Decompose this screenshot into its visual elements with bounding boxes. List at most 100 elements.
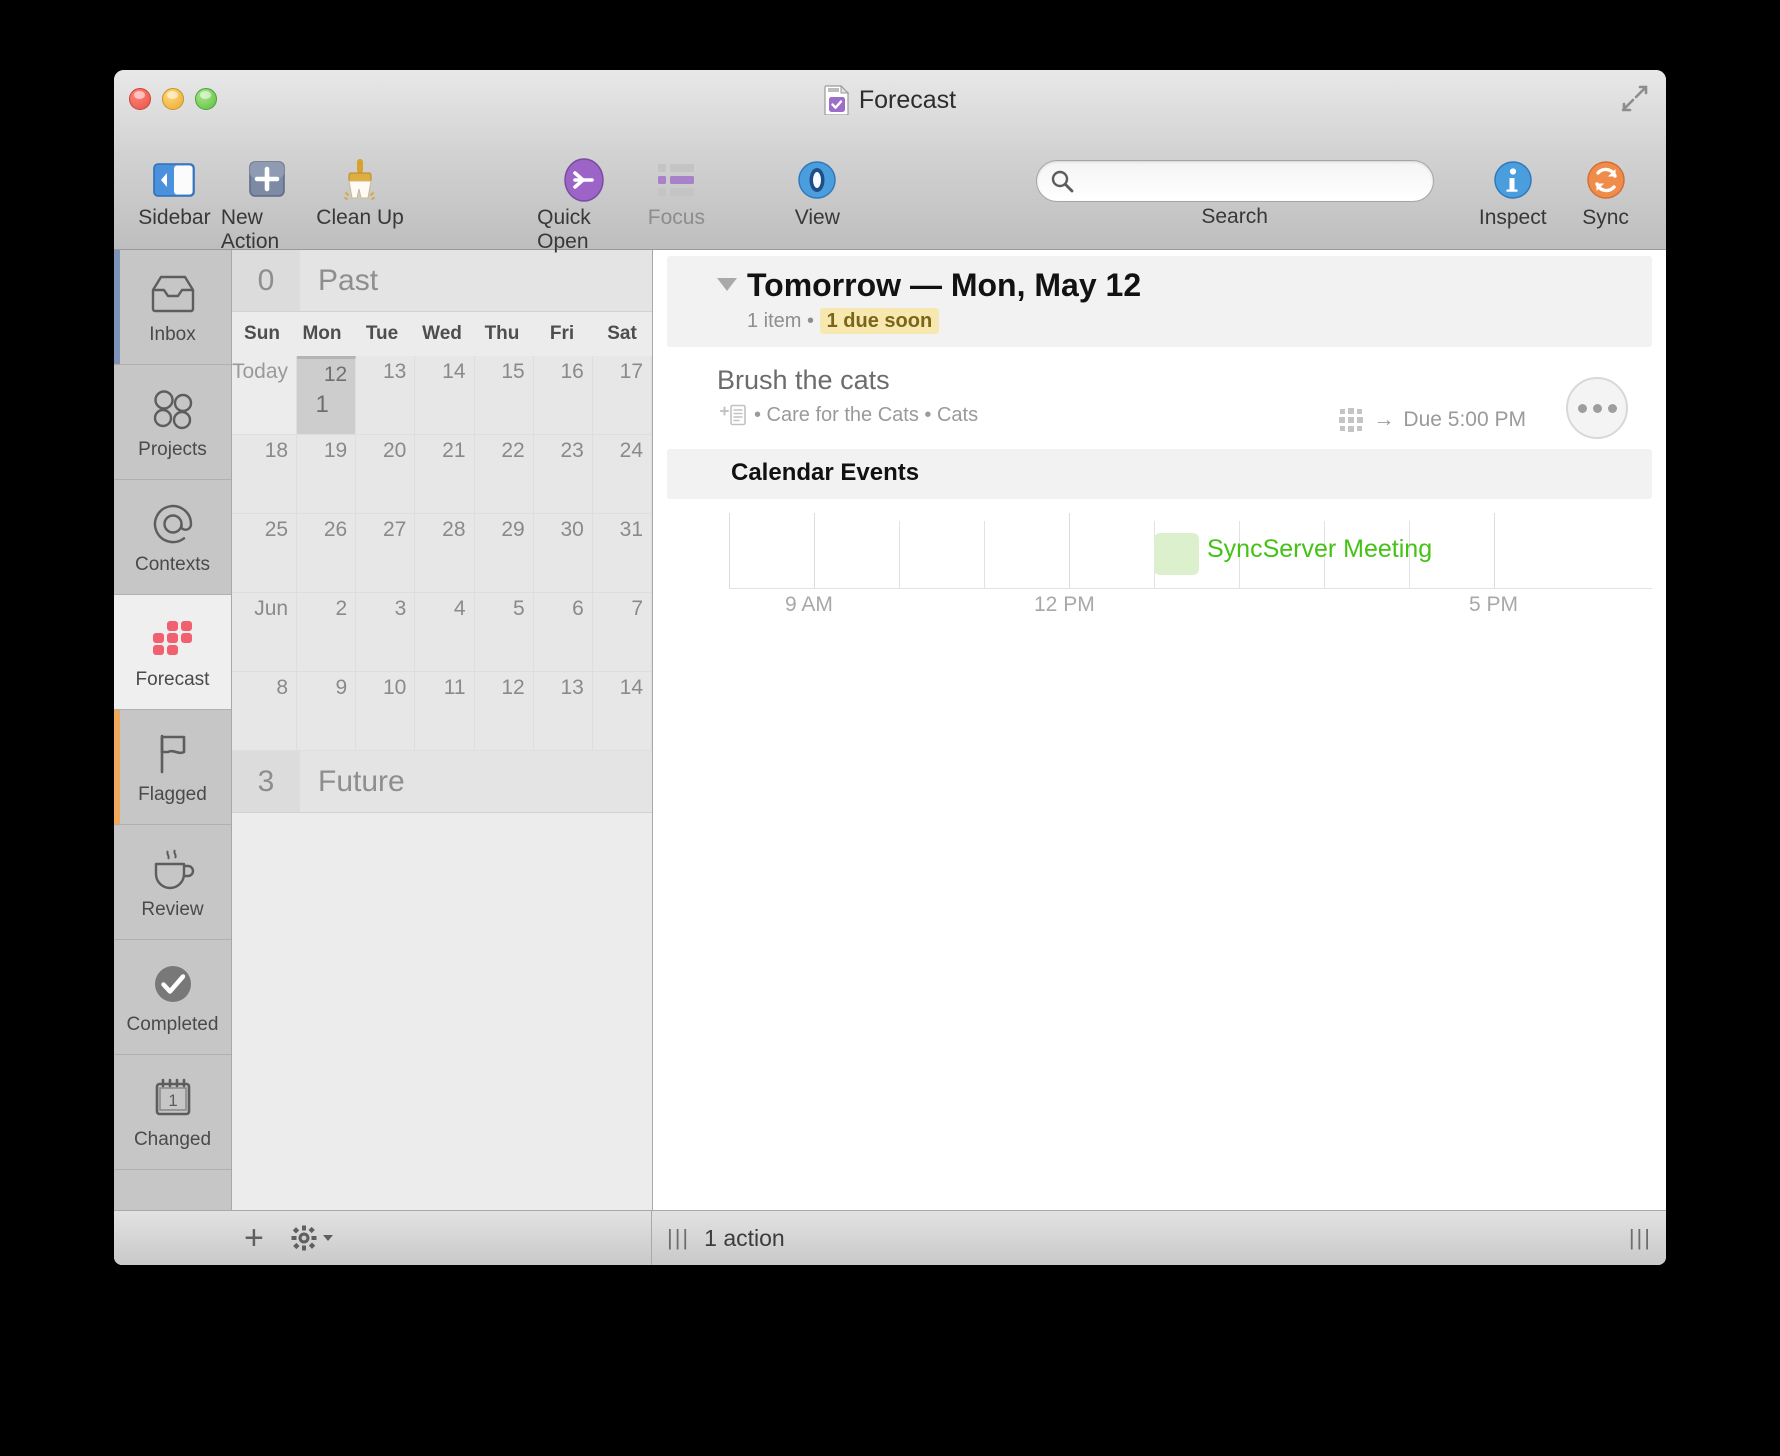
calendar-day-cell[interactable]: 14	[592, 672, 652, 751]
toolbar-sidebar-button[interactable]: Sidebar	[128, 154, 221, 230]
sidebar-item-label-forecast: Forecast	[135, 668, 210, 690]
calendar-day-cell[interactable]: 2	[297, 593, 357, 672]
calendar-day-cell[interactable]: 10	[356, 672, 416, 751]
coffee-icon	[149, 844, 197, 894]
calendar-day-badge: 1	[315, 391, 329, 418]
calendar-day-cell[interactable]: 16	[533, 356, 593, 435]
sidebar-item-contexts[interactable]: Contexts	[114, 480, 231, 595]
at-icon	[150, 499, 196, 549]
weekday-header-fri: Fri	[549, 323, 575, 344]
future-count: 3	[232, 751, 300, 812]
calendar-day-number: 24	[619, 439, 643, 462]
flagged-accent-bar	[114, 710, 120, 824]
sidebar-item-label-flagged: Flagged	[138, 783, 207, 805]
calendar-day-cell[interactable]: 15	[474, 356, 534, 435]
inbox-accent-bar	[114, 250, 120, 364]
calendar-day-cell[interactable]: 28	[415, 514, 475, 593]
fullscreen-icon[interactable]	[1620, 84, 1650, 114]
calendar-day-cell[interactable]: 6	[533, 593, 593, 672]
due-soon-badge: 1 due soon	[819, 308, 940, 335]
sidebar-item-completed[interactable]: Completed	[114, 940, 231, 1055]
past-band[interactable]: 0 Past	[232, 250, 652, 312]
calendar-day-cell[interactable]: 30	[533, 514, 593, 593]
sidebar-item-forecast[interactable]: Forecast	[114, 595, 231, 710]
calendar-day-cell[interactable]: 22	[474, 435, 534, 514]
window-titlebar: Forecast	[114, 70, 1666, 150]
pane-resize-grip-left[interactable]: |||	[667, 1225, 690, 1251]
sidebar-item-inbox[interactable]: Inbox	[114, 250, 231, 365]
calendar-day-cell[interactable]: 8	[232, 672, 298, 751]
future-band[interactable]: 3 Future	[232, 751, 652, 813]
calendar-day-cell[interactable]: 14	[415, 356, 475, 435]
calendar-day-cell[interactable]: 21	[415, 435, 475, 514]
calendar-day-cell[interactable]: 20	[356, 435, 416, 514]
main-area: Inbox Projects Contexts Forecast Flagged…	[114, 250, 1666, 1210]
toolbar-clean-up-button[interactable]: Clean Up	[314, 154, 407, 230]
add-item-button[interactable]: +	[244, 1221, 264, 1255]
calendar-day-number: 6	[572, 597, 584, 620]
calendar-day-cell[interactable]: 17	[592, 356, 652, 435]
search-input[interactable]	[1035, 160, 1434, 202]
calendar-day-number: Today	[232, 360, 289, 383]
more-actions-button[interactable]	[1566, 377, 1628, 440]
calendar-grid: Today 12 1 13 14 15 16 17 18 19 20 21 22 23 24 25 26 27 28…	[232, 356, 652, 751]
toolbar-sidebar-label: Sidebar	[138, 206, 211, 229]
status-divider	[651, 1211, 652, 1265]
pane-resize-grip-right[interactable]: |||	[1629, 1225, 1652, 1251]
calendar-day-cell[interactable]: 12 1	[297, 356, 357, 435]
calendar-day-cell[interactable]: 27	[356, 514, 416, 593]
calendar-day-number: 22	[501, 439, 525, 462]
sidebar-item-projects[interactable]: Projects	[114, 365, 231, 480]
calendar-day-cell[interactable]: 24	[592, 435, 652, 514]
toolbar-inspect-button[interactable]: Inspect	[1466, 154, 1559, 230]
toolbar-new-action-button[interactable]: New Action	[221, 154, 314, 254]
group-item-count: 1 item	[747, 310, 802, 333]
sidebar-item-changed[interactable]: 1 Changed	[114, 1055, 231, 1170]
calendar-day-cell[interactable]: 12	[474, 672, 534, 751]
add-note-icon	[720, 404, 746, 426]
toolbar-quick-open-button[interactable]: Quick Open	[537, 154, 630, 254]
calendar-day-cell[interactable]: Today	[232, 356, 298, 435]
calendar-day-cell[interactable]: 29	[474, 514, 534, 593]
weekday-header-thu: Thu	[484, 323, 520, 344]
calendar-day-cell[interactable]: 11	[415, 672, 475, 751]
calendar-day-cell[interactable]: 18	[232, 435, 298, 514]
task-due-info: → Due 5:00 PM	[1338, 407, 1526, 433]
calendar-day-number: 16	[560, 360, 584, 383]
calendar-day-cell[interactable]: 31	[592, 514, 652, 593]
calendar-day-number: 4	[453, 597, 466, 620]
calendar-icon: 1	[150, 1074, 196, 1124]
calendar-day-cell[interactable]: 26	[297, 514, 357, 593]
toolbar-new-action-label: New Action	[220, 206, 280, 253]
calendar-day-cell[interactable]: 19	[297, 435, 357, 514]
calendar-day-cell[interactable]: 25	[232, 514, 298, 593]
calendar-day-cell[interactable]: 7	[592, 593, 652, 672]
calendar-day-cell[interactable]: Jun	[232, 593, 298, 672]
broom-icon	[340, 157, 380, 203]
window-title: Forecast	[114, 85, 1666, 115]
calendar-day-cell[interactable]: 13	[533, 672, 593, 751]
app-window: Forecast Sidebar New Action Clean Up Qui…	[114, 70, 1666, 1265]
toolbar-focus-button[interactable]: Focus	[630, 154, 723, 230]
toolbar-view-button[interactable]: View	[771, 154, 864, 230]
disclosure-triangle-icon[interactable]	[717, 278, 737, 291]
calendar-day-cell[interactable]: 5	[474, 593, 534, 672]
calendar-day-cell[interactable]: 3	[356, 593, 416, 672]
calendar-day-cell[interactable]: 9	[297, 672, 357, 751]
calendar-day-number: 14	[619, 676, 643, 699]
calendar-day-cell[interactable]: 13	[356, 356, 416, 435]
sidebar-item-flagged[interactable]: Flagged	[114, 710, 231, 825]
toolbar-sync-button[interactable]: Sync	[1559, 154, 1652, 230]
window-title-text: Forecast	[858, 85, 957, 114]
calendar-day-cell[interactable]: 23	[533, 435, 593, 514]
calendar-day-cell[interactable]: 4	[415, 593, 475, 672]
task-row[interactable]: Brush the cats • Care for the Cats • Cat…	[667, 357, 1652, 443]
event-chip[interactable]	[1154, 533, 1199, 576]
check-circle-icon	[150, 959, 196, 1009]
gear-dropdown-icon[interactable]	[290, 1224, 334, 1252]
toolbar: Sidebar New Action Clean Up Quick Open F…	[114, 150, 1666, 253]
sidebar-item-review[interactable]: Review	[114, 825, 231, 940]
weekday-header-sun: Sun	[244, 323, 280, 344]
timeline-tick-12pm	[1069, 513, 1070, 589]
calendar-day-number: 28	[442, 518, 466, 541]
